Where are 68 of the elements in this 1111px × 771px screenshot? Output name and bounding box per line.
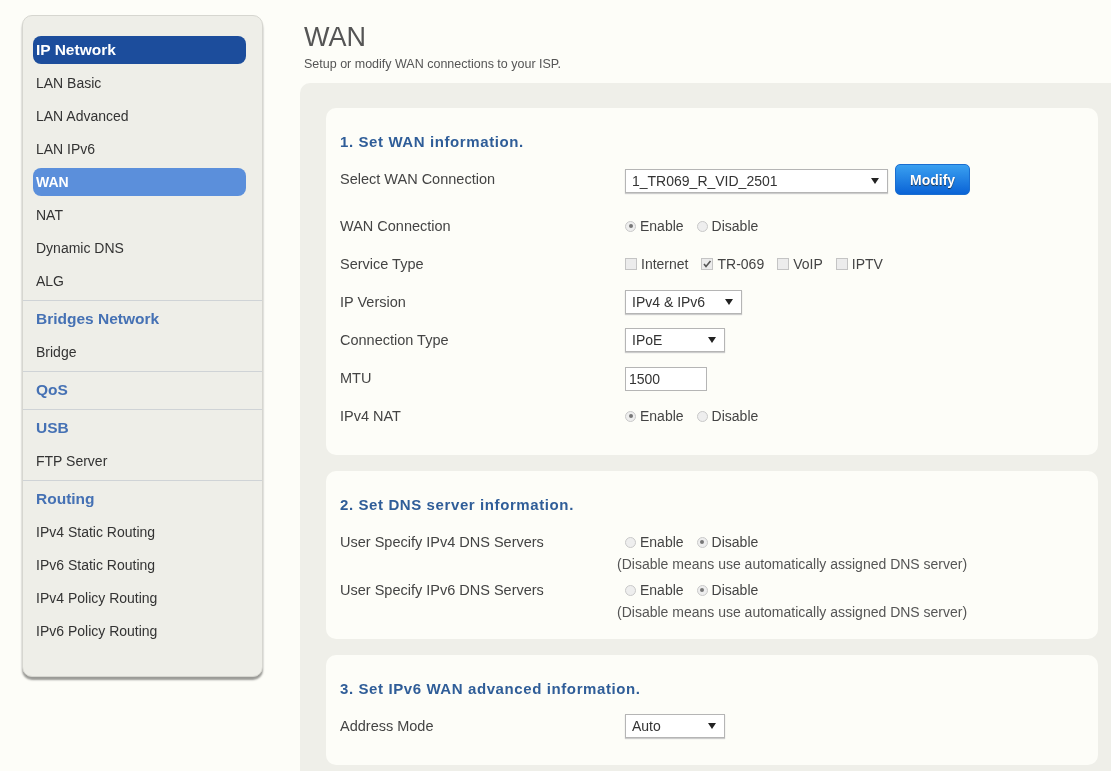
field-label: Address Mode bbox=[340, 717, 435, 736]
hint-text: (Disable means use automatically assigned DNS server) bbox=[617, 555, 968, 574]
sidebar-item[interactable]: IPv4 Static Routing bbox=[33, 518, 246, 546]
field-label: Select WAN Connection bbox=[340, 170, 496, 189]
sidebar-item[interactable]: LAN Advanced bbox=[33, 102, 246, 130]
checkbox-label: TR-069 bbox=[717, 256, 765, 272]
dropdown[interactable]: Auto bbox=[625, 714, 725, 738]
dropdown[interactable]: IPv4 & IPv6 bbox=[625, 290, 743, 314]
sidebar-section-heading[interactable]: Bridges Network bbox=[33, 305, 246, 333]
sidebar-item[interactable]: IPv6 Policy Routing bbox=[33, 617, 246, 645]
radio-label: Enable bbox=[640, 582, 684, 598]
sidebar-item[interactable]: ALG bbox=[33, 267, 246, 295]
sidebar-item[interactable]: IPv6 Static Routing bbox=[33, 551, 246, 579]
checkbox[interactable] bbox=[835, 258, 848, 270]
radio-button[interactable] bbox=[625, 410, 636, 422]
radio-label: Disable bbox=[711, 218, 759, 234]
radio-label: Enable bbox=[640, 408, 684, 424]
field-label: User Specify IPv6 DNS Servers bbox=[340, 581, 545, 600]
page-title: WAN bbox=[304, 22, 367, 52]
section-heading: 1. Set WAN information. bbox=[340, 133, 525, 150]
caret-icon bbox=[708, 337, 716, 343]
sidebar-section-heading[interactable]: IP Network bbox=[33, 36, 246, 64]
radio-label: Enable bbox=[640, 534, 684, 550]
caret-icon bbox=[725, 299, 734, 305]
sidebar-item[interactable]: LAN IPv6 bbox=[33, 135, 246, 163]
hint-text: (Disable means use automatically assigned DNS server) bbox=[617, 603, 968, 622]
sidebar-section-heading[interactable]: USB bbox=[33, 414, 246, 442]
modify-button[interactable]: Modify bbox=[895, 164, 971, 195]
radio-label: Disable bbox=[711, 534, 759, 550]
sidebar-section-heading[interactable]: QoS bbox=[33, 376, 246, 404]
field-label: IP Version bbox=[340, 293, 407, 312]
field-label: IPv4 NAT bbox=[340, 407, 402, 426]
dropdown[interactable]: IPoE bbox=[625, 328, 725, 352]
field-label: WAN Connection bbox=[340, 217, 452, 236]
section-heading: 2. Set DNS server information. bbox=[340, 496, 575, 513]
checkbox-label: IPTV bbox=[851, 256, 883, 272]
dropdown[interactable]: 1_TR069_R_VID_2501 bbox=[625, 169, 888, 193]
radio-button[interactable] bbox=[696, 220, 708, 232]
field-label: Service Type bbox=[340, 255, 425, 274]
checkbox[interactable] bbox=[777, 258, 790, 270]
radio-button[interactable] bbox=[696, 410, 708, 422]
radio-button[interactable] bbox=[625, 584, 636, 596]
section-heading: 3. Set IPv6 WAN advanced information. bbox=[340, 680, 642, 697]
radio-button[interactable] bbox=[696, 536, 708, 548]
radio-label: Disable bbox=[711, 408, 759, 424]
sidebar-section-heading[interactable]: Routing bbox=[33, 485, 246, 513]
sidebar-item[interactable]: LAN Basic bbox=[33, 69, 246, 97]
checkbox[interactable] bbox=[701, 258, 714, 270]
field-label: MTU bbox=[340, 369, 373, 388]
page-subtitle: Setup or modify WAN connections to your ISP. bbox=[304, 57, 563, 71]
field-label: User Specify IPv4 DNS Servers bbox=[340, 533, 545, 552]
sidebar-item[interactable]: Bridge bbox=[33, 338, 246, 366]
sidebar-item[interactable]: Dynamic DNS bbox=[33, 234, 246, 262]
checkbox[interactable] bbox=[625, 258, 637, 270]
radio-button[interactable] bbox=[625, 220, 636, 232]
input-field[interactable]: 1500 bbox=[625, 367, 707, 391]
caret-icon bbox=[708, 723, 716, 729]
checkbox-label: VoIP bbox=[793, 256, 823, 272]
radio-label: Disable bbox=[711, 582, 759, 598]
radio-button[interactable] bbox=[696, 584, 708, 596]
field-label: Connection Type bbox=[340, 331, 450, 350]
radio-label: Enable bbox=[640, 218, 684, 234]
caret-icon bbox=[871, 178, 879, 184]
sidebar-item[interactable]: NAT bbox=[33, 201, 246, 229]
sidebar-item[interactable]: IPv4 Policy Routing bbox=[33, 584, 246, 612]
radio-button[interactable] bbox=[625, 536, 636, 548]
checkbox-label: Internet bbox=[641, 256, 689, 272]
sidebar-item[interactable]: FTP Server bbox=[33, 447, 246, 475]
